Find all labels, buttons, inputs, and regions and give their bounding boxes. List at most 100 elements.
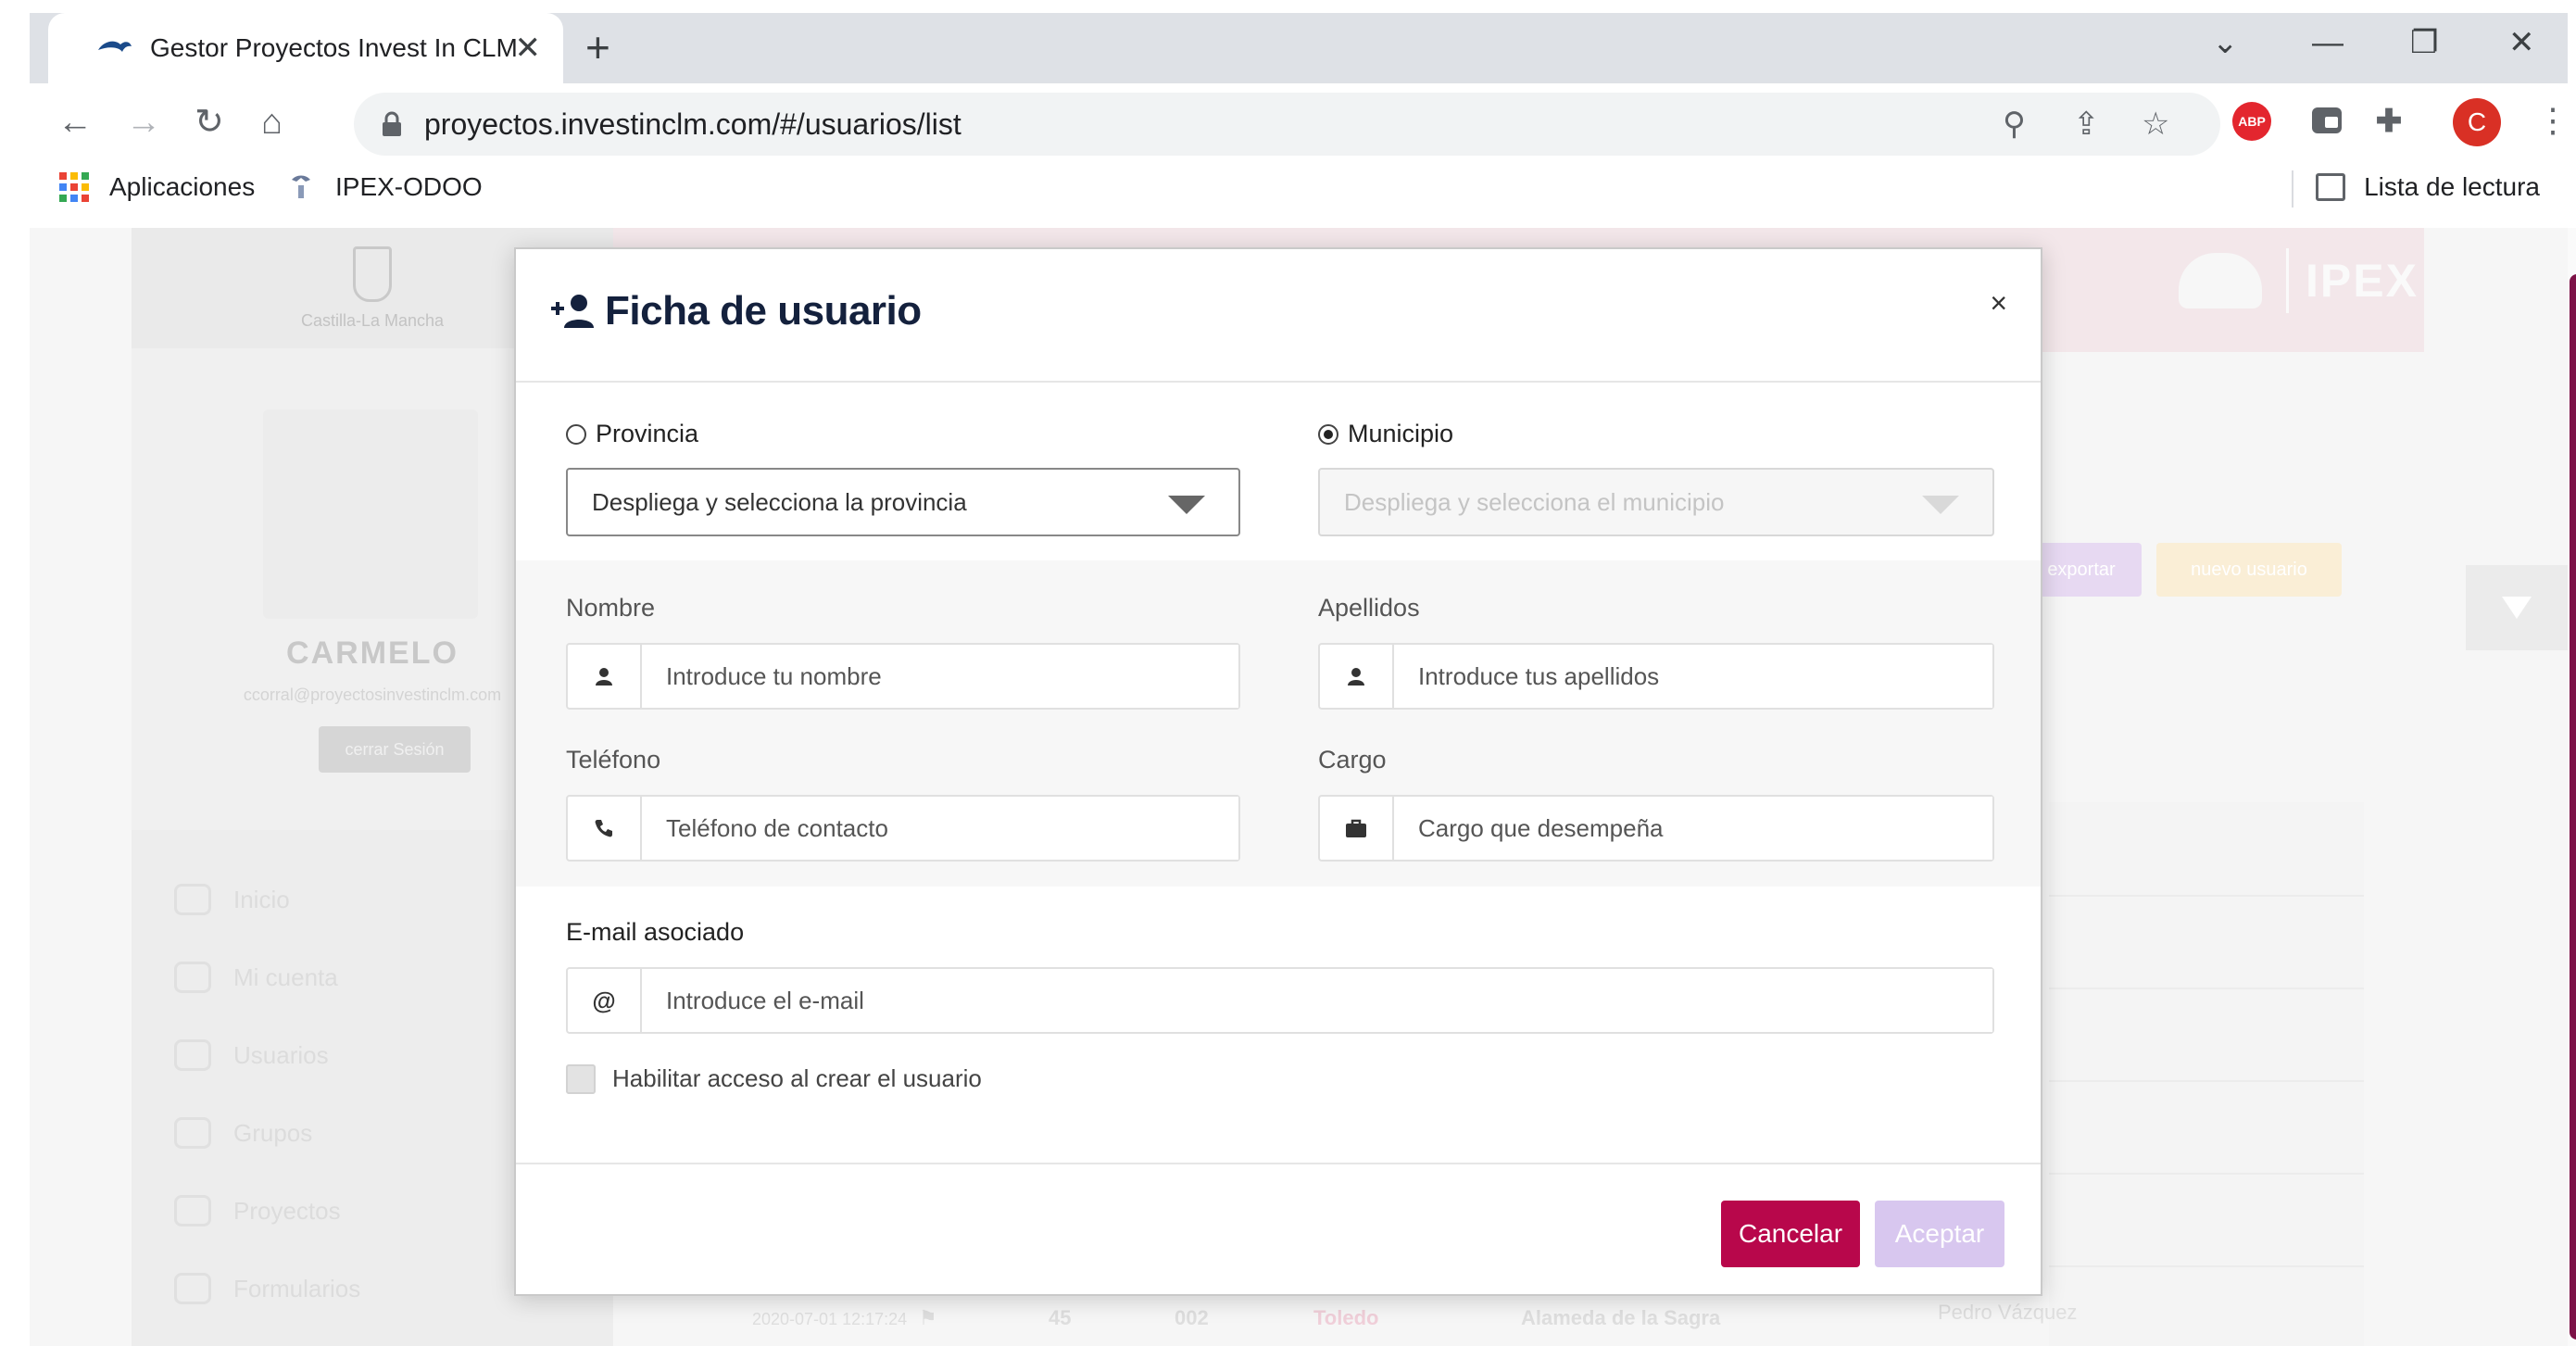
- browser-toolbar: ← → ↻ ⌂ proyectos.investinclm.com/#/usua…: [30, 83, 2570, 163]
- logout-button[interactable]: cerrar Sesión: [319, 726, 471, 773]
- back-icon[interactable]: ←: [57, 100, 93, 145]
- table-row[interactable]: 2020-07-01 12:17:24 ⚑ 45 002 Toledo Alam…: [613, 1293, 2429, 1346]
- user-plus-icon: [551, 295, 594, 328]
- apellidos-field: [1318, 643, 1994, 710]
- email-input[interactable]: [642, 969, 1992, 1032]
- modal-close-icon[interactable]: ×: [1990, 286, 2007, 321]
- menu-item-proyectos[interactable]: Proyectos: [174, 1195, 341, 1226]
- filter-icon: [2502, 597, 2532, 619]
- home-icon[interactable]: ⌂: [261, 100, 283, 145]
- table-divider: [2049, 1173, 2364, 1175]
- flag-icon: ⚑: [919, 1306, 937, 1329]
- bookmark-apps[interactable]: Aplicaciones: [59, 172, 255, 202]
- minimize-icon[interactable]: —: [2312, 24, 2344, 61]
- enable-access-checkbox[interactable]: [566, 1064, 596, 1094]
- cargo-input[interactable]: [1394, 797, 1992, 860]
- telefono-input[interactable]: [642, 797, 1238, 860]
- form-icon: [174, 1273, 211, 1304]
- cargo-label: Cargo: [1318, 746, 1387, 774]
- telefono-field: [566, 795, 1240, 862]
- region-text: Castilla-La Mancha: [300, 310, 445, 330]
- bookmark-apps-label: Aplicaciones: [109, 172, 256, 201]
- user-icon: [1320, 645, 1394, 708]
- provincia-select[interactable]: Despliega y selecciona la provincia: [566, 468, 1240, 536]
- radio-provincia-icon[interactable]: [566, 423, 586, 445]
- apellidos-input[interactable]: [1394, 645, 1992, 708]
- tab-search-icon[interactable]: ⌄: [2212, 24, 2239, 61]
- zoom-icon[interactable]: ⚲: [2003, 104, 2026, 145]
- ipex-logo-icon: [2179, 253, 2262, 308]
- cargo-field: [1318, 795, 1994, 862]
- provincia-label-text: Provincia: [596, 420, 699, 447]
- row-date: 2020-07-01 12:17:24: [752, 1310, 908, 1328]
- bookmark-ipex-label: IPEX-ODOO: [335, 172, 483, 201]
- radio-municipio-icon[interactable]: [1318, 423, 1338, 445]
- nombre-label: Nombre: [566, 594, 656, 622]
- tab-close-icon[interactable]: ✕: [515, 30, 542, 67]
- window-close-icon[interactable]: ✕: [2508, 24, 2535, 61]
- bookmark-ipex-odoo[interactable]: IPEX-ODOO: [289, 172, 483, 202]
- reading-list-icon: [2316, 173, 2346, 201]
- url-text: proyectos.investinclm.com/#/usuarios/lis…: [424, 107, 961, 141]
- reading-list-button[interactable]: Lista de lectura: [2316, 172, 2540, 202]
- accept-button[interactable]: Aceptar: [1875, 1201, 2004, 1267]
- coat-of-arms-icon: [353, 245, 392, 302]
- share-icon[interactable]: ⇪: [2073, 104, 2100, 145]
- provincia-select-value: Despliega y selecciona la provincia: [592, 487, 967, 516]
- address-bar[interactable]: proyectos.investinclm.com/#/usuarios/lis…: [354, 93, 2220, 156]
- user-icon: [568, 645, 642, 708]
- menu-item-label: Proyectos: [233, 1196, 341, 1225]
- chevron-down-icon: [1168, 496, 1205, 514]
- users-table-bg: [2049, 802, 2364, 1346]
- lock-icon: [383, 111, 401, 136]
- scrollbar-thumb[interactable]: [2570, 274, 2576, 1340]
- telefono-label: Teléfono: [566, 746, 661, 774]
- filter-button[interactable]: [2466, 565, 2568, 650]
- row-municipality: Alameda de la Sagra: [1521, 1306, 1721, 1329]
- bookmarks-bar: Aplicaciones IPEX-ODOO Lista de lectura: [30, 163, 2568, 217]
- browser-menu-icon[interactable]: ⋮: [2536, 98, 2570, 143]
- menu-item-label: Inicio: [233, 885, 290, 913]
- profile-avatar[interactable]: C: [2453, 98, 2501, 146]
- new-tab-icon[interactable]: +: [585, 26, 610, 69]
- puzzle-extensions-icon[interactable]: ✚: [2369, 102, 2408, 141]
- new-user-button[interactable]: nuevo usuario: [2156, 543, 2342, 597]
- table-divider: [2049, 1080, 2364, 1082]
- modal-title-text: Ficha de usuario: [605, 288, 922, 333]
- municipio-label-text: Municipio: [1348, 420, 1454, 447]
- menu-item-grupos[interactable]: Grupos: [174, 1117, 312, 1149]
- chevron-down-icon: [1922, 496, 1959, 514]
- users-icon: [174, 1039, 211, 1071]
- municipio-select-value: Despliega y selecciona el municipio: [1344, 487, 1725, 516]
- ipex-bookmark-icon: [292, 175, 310, 198]
- extension-icon[interactable]: [2308, 102, 2345, 139]
- favicon-icon: [98, 41, 132, 52]
- menu-item-mi-cuenta[interactable]: Mi cuenta: [174, 962, 338, 993]
- bookmark-star-icon[interactable]: ☆: [2142, 104, 2169, 145]
- nombre-field: [566, 643, 1240, 710]
- tab-title: Gestor Proyectos Invest In CLM: [150, 33, 518, 62]
- nombre-input[interactable]: [642, 645, 1238, 708]
- provincia-label: Provincia: [566, 420, 698, 448]
- group-icon: [174, 1117, 211, 1149]
- menu-item-usuarios[interactable]: Usuarios: [174, 1039, 329, 1071]
- municipio-select[interactable]: Despliega y selecciona el municipio: [1318, 468, 1994, 536]
- restore-icon[interactable]: ❐: [2410, 24, 2438, 61]
- forward-icon[interactable]: →: [126, 100, 161, 145]
- menu-item-formularios[interactable]: Formularios: [174, 1273, 360, 1304]
- briefcase-icon: [1320, 797, 1394, 860]
- adblock-extension-icon[interactable]: ABP: [2232, 102, 2271, 141]
- email-label: E-mail asociado: [566, 918, 745, 946]
- at-sign-icon: @: [568, 969, 642, 1032]
- menu-item-label: Mi cuenta: [233, 962, 338, 991]
- menu-item-label: Usuarios: [233, 1040, 329, 1069]
- ipex-logo: IPEX: [2179, 248, 2419, 313]
- user-icon: [174, 962, 211, 993]
- home-icon: [174, 884, 211, 915]
- cancel-button[interactable]: Cancelar: [1721, 1201, 1860, 1267]
- municipio-label: Municipio: [1318, 420, 1453, 448]
- reload-icon[interactable]: ↻: [195, 100, 224, 145]
- menu-item-inicio[interactable]: Inicio: [174, 884, 290, 915]
- menu-item-label: Grupos: [233, 1118, 313, 1147]
- browser-tab[interactable]: Gestor Proyectos Invest In CLM ✕: [48, 13, 563, 83]
